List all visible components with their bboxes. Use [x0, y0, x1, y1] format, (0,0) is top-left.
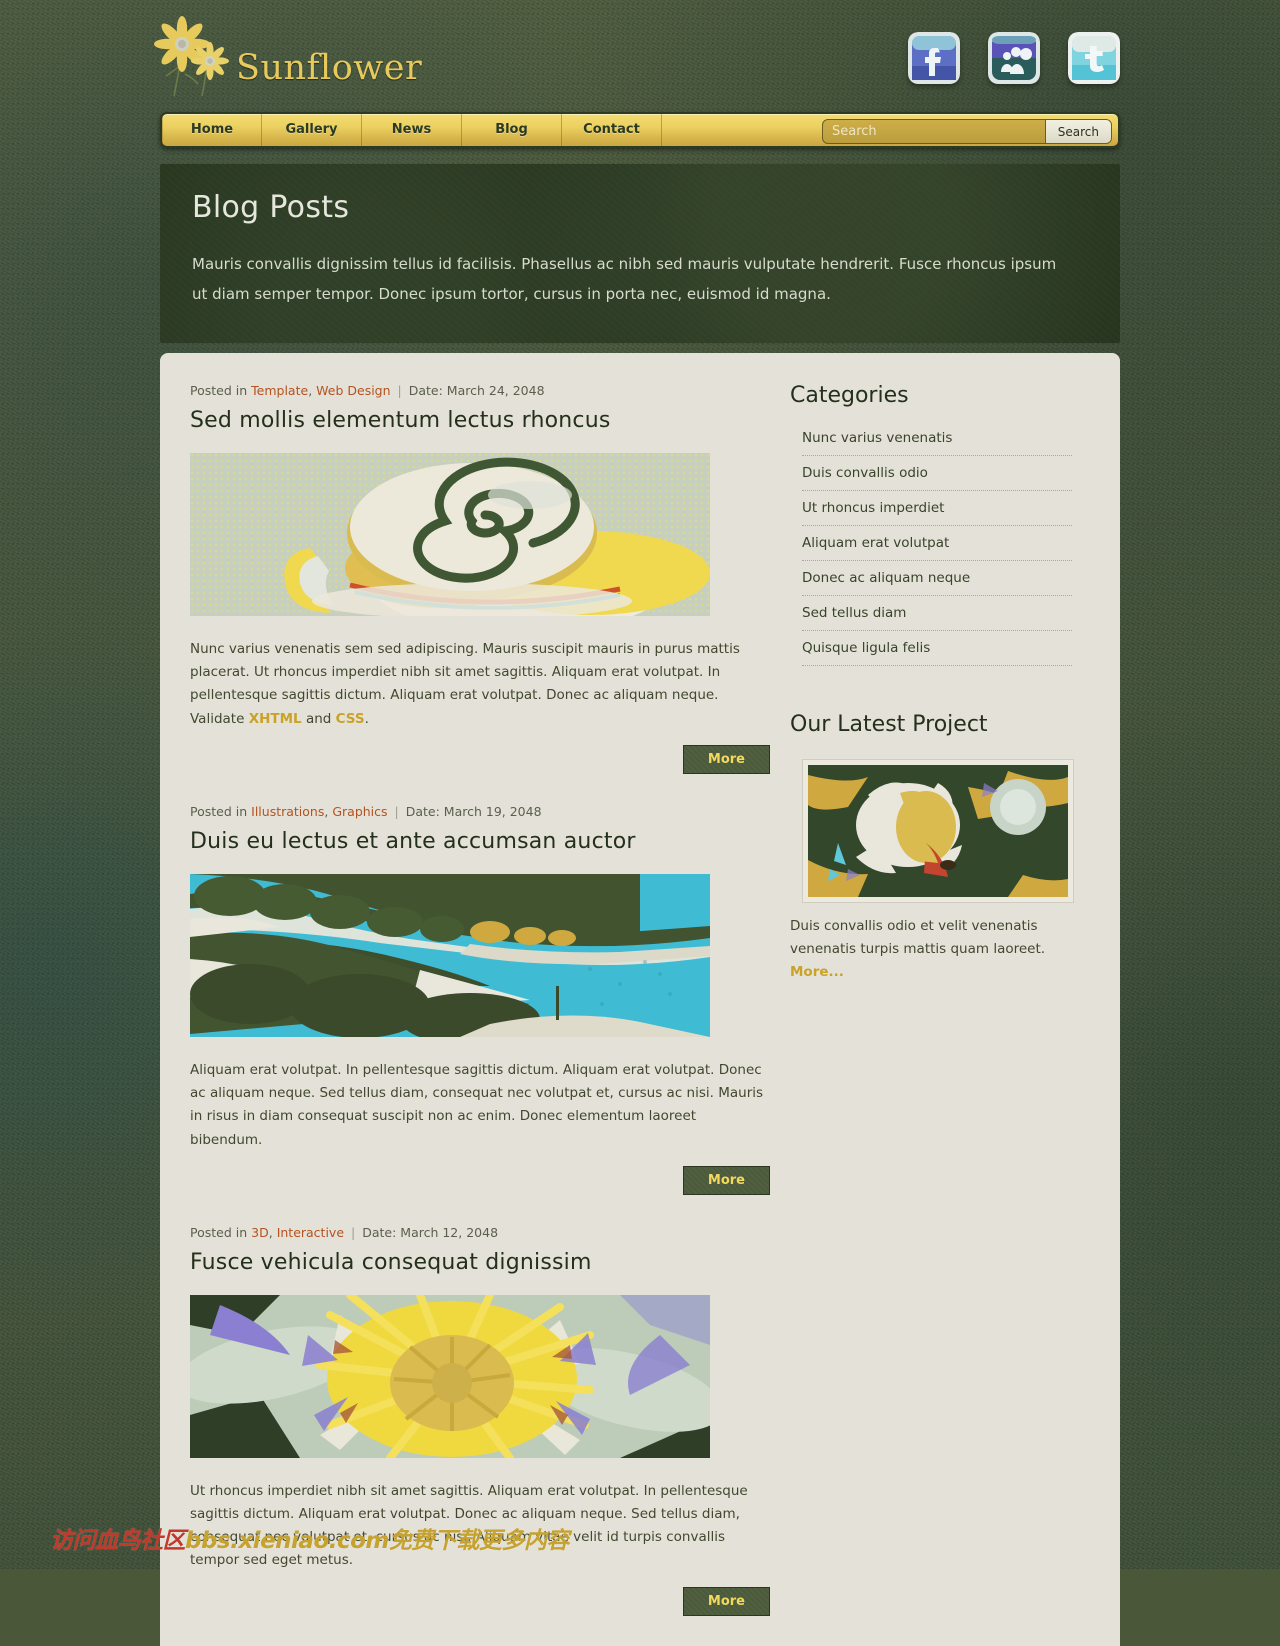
site-header: Sunflower: [0, 0, 1280, 112]
sidebar-category-item[interactable]: Aliquam erat volutpat: [802, 535, 1072, 561]
sidebar-category-item[interactable]: Sed tellus diam: [802, 605, 1072, 631]
post-date: Date: March 19, 2048: [405, 803, 542, 819]
more-button[interactable]: More: [682, 744, 770, 774]
social-links: [908, 32, 1120, 84]
project-description: Duis convallis odio et velit venenatis v…: [790, 915, 1072, 985]
nav-item-gallery[interactable]: Gallery: [262, 114, 362, 146]
site-title: Sunflower: [236, 48, 423, 88]
categories-heading: Categories: [790, 383, 909, 408]
post-body-end: .: [364, 710, 369, 727]
post-date: Date: March 24, 2048: [408, 383, 545, 398]
page-banner: Blog Posts Mauris convallis dignissim te…: [160, 164, 1120, 343]
project-image-frame[interactable]: [802, 759, 1074, 903]
nav-item-blog[interactable]: Blog: [462, 114, 562, 146]
css-link[interactable]: CSS: [336, 711, 365, 727]
post-category-link[interactable]: Template: [251, 383, 308, 398]
post-body: Aliquam erat volutpat. In pellentesque s…: [190, 1061, 764, 1148]
post-meta: Posted in Template, Web Design | Date: M…: [190, 383, 545, 398]
meta-separator: |: [394, 803, 399, 819]
water-lily-flower-image: [190, 1294, 710, 1458]
categories-list: Nunc varius venenatis Duis convallis odi…: [802, 430, 1072, 666]
search-button[interactable]: Search: [1044, 120, 1111, 143]
coastal-landscape-image: [190, 873, 710, 1037]
sunflower-icon: [152, 14, 234, 100]
blog-post: Posted in 3D, Interactive | Date: March …: [190, 1225, 770, 1616]
blog-post-list: Posted in Template, Web Design | Date: M…: [160, 383, 770, 1646]
sidebar-category-item[interactable]: Donec ac aliquam neque: [802, 570, 1072, 596]
post-body-mid: and: [301, 710, 336, 727]
search-input[interactable]: [823, 120, 1045, 143]
project-more-link[interactable]: More...: [790, 964, 844, 980]
more-button-wrap: More: [190, 744, 770, 774]
blog-post: Posted in Template, Web Design | Date: M…: [190, 383, 770, 774]
content-area: Posted in Template, Web Design | Date: M…: [160, 353, 1120, 1646]
posted-in-label: Posted in: [190, 1224, 248, 1240]
sidebar-category-item[interactable]: Nunc varius venenatis: [802, 430, 1072, 456]
search-box: Search: [822, 119, 1112, 144]
nav-item-home[interactable]: Home: [162, 114, 262, 146]
watermark-gold-text: bbs.xieniao.com免费下载更多内容: [185, 1528, 569, 1554]
posted-in-label: Posted in: [190, 383, 248, 398]
page-description: Mauris convallis dignissim tellus id fac…: [192, 255, 1057, 303]
more-button[interactable]: More: [682, 1165, 770, 1195]
post-category-link[interactable]: Interactive: [277, 1225, 344, 1240]
facebook-icon[interactable]: [908, 32, 960, 84]
post-category-link[interactable]: Web Design: [316, 383, 390, 398]
post-category-link[interactable]: Graphics: [332, 804, 387, 819]
post-body: Nunc varius venenatis sem sed adipiscing…: [190, 638, 770, 731]
post-meta: Posted in Illustrations, Graphics | Date…: [190, 803, 542, 819]
sidebar: Categories Nunc varius venenatis Duis co…: [770, 383, 1100, 1646]
post-title[interactable]: Sed mollis elementum lectus rhoncus: [190, 408, 770, 433]
post-title[interactable]: Duis eu lectus et ante accumsan auctor: [190, 829, 770, 854]
main-navigation: Home Gallery News Blog Contact Search: [160, 112, 1120, 148]
meta-separator: |: [397, 383, 402, 398]
watermark-red-text: 访问血鸟社区: [50, 1528, 186, 1554]
more-button-wrap: More: [190, 1165, 770, 1195]
nav-item-news[interactable]: News: [362, 114, 462, 146]
post-date: Date: March 12, 2048: [362, 1224, 499, 1240]
post-category-link[interactable]: 3D: [251, 1225, 269, 1240]
page-title: Blog Posts: [192, 190, 350, 225]
project-text-body: Duis convallis odio et velit venenatis v…: [790, 918, 1046, 958]
meta-separator: |: [351, 1224, 356, 1240]
post-meta: Posted in 3D, Interactive | Date: March …: [190, 1224, 499, 1240]
more-button[interactable]: More: [682, 1586, 770, 1616]
more-button-wrap: More: [190, 1586, 770, 1616]
blog-post: Posted in Illustrations, Graphics | Date…: [190, 804, 770, 1195]
nav-item-list: Home Gallery News Blog Contact: [162, 114, 662, 146]
white-flower-image: [808, 765, 1068, 897]
latest-project-heading: Our Latest Project: [790, 712, 988, 737]
sidebar-category-item[interactable]: Ut rhoncus imperdiet: [802, 500, 1072, 526]
xhtml-link[interactable]: XHTML: [249, 711, 302, 727]
watermark: 访问血鸟社区bbs.xieniao.com免费下载更多内容: [50, 1521, 569, 1555]
post-category-link[interactable]: Illustrations: [251, 804, 324, 819]
posted-in-label: Posted in: [190, 803, 248, 819]
site-logo[interactable]: Sunflower: [152, 12, 422, 100]
twitter-icon[interactable]: [1068, 32, 1120, 84]
page-wrapper: Sunflower Home Gallery News Blog Contact…: [0, 0, 1280, 1646]
coffee-cup-latte-art-image: [190, 453, 710, 616]
nav-item-contact[interactable]: Contact: [562, 114, 662, 146]
sidebar-category-item[interactable]: Quisque ligula felis: [802, 640, 1072, 666]
post-title[interactable]: Fusce vehicula consequat dignissim: [190, 1250, 770, 1275]
myspace-icon[interactable]: [988, 32, 1040, 84]
sidebar-category-item[interactable]: Duis convallis odio: [802, 465, 1072, 491]
